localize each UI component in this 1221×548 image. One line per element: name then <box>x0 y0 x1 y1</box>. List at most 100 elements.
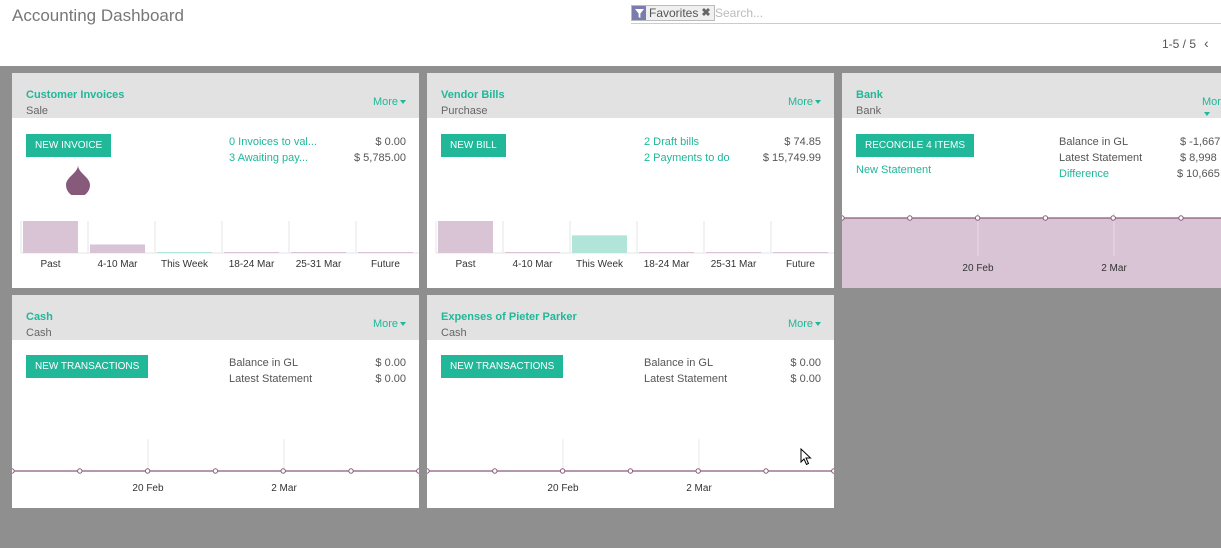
data-point[interactable] <box>1042 215 1049 221</box>
new-transactions-button[interactable]: New Transactions <box>26 355 149 378</box>
data-point[interactable] <box>974 215 981 221</box>
chart-bar[interactable] <box>358 252 413 253</box>
chart-bar[interactable] <box>505 252 560 253</box>
latest-statement-label: Latest Statement <box>644 373 728 385</box>
bills-bar-graph: Past 4-10 Mar This Week 18-24 Mar 25-31 Mar F… <box>435 221 834 270</box>
data-point[interactable] <box>144 468 151 474</box>
data-point[interactable] <box>77 468 83 474</box>
x-tick-label: Past <box>455 259 475 270</box>
awaiting-payment-link[interactable]: 3 Awaiting pay... <box>229 152 308 164</box>
new-statement-link[interactable]: New Statement <box>856 164 931 176</box>
invoices-to-validate-value: $ 0.00 <box>375 136 406 148</box>
data-point[interactable] <box>12 468 15 474</box>
x-tick-label: 2 Mar <box>271 483 297 494</box>
pager-value[interactable]: 1-5 / 5 <box>1162 37 1196 51</box>
data-point[interactable] <box>492 468 498 474</box>
data-point[interactable] <box>1110 215 1116 221</box>
latest-statement-value: $ 0.00 <box>375 373 406 385</box>
data-point[interactable] <box>348 468 354 474</box>
balance-in-gl-value: $ 0.00 <box>375 357 406 369</box>
x-tick-label: This Week <box>161 259 209 270</box>
x-tick-label: 2 Mar <box>686 483 712 494</box>
data-point[interactable] <box>559 468 566 474</box>
difference-link[interactable]: Difference <box>1059 168 1109 180</box>
journal-name[interactable]: Customer Invoices <box>26 89 124 101</box>
new-transactions-button[interactable]: New Transactions <box>441 355 564 378</box>
latest-statement-label: Latest Statement <box>229 373 313 385</box>
filter-icon <box>632 6 646 20</box>
x-tick-label: 18-24 Mar <box>644 259 690 270</box>
expenses-line-graph: 20 Feb 2 Mar <box>427 439 834 494</box>
new-invoice-button[interactable]: New Invoice <box>26 134 112 157</box>
caret-down-icon <box>1204 112 1210 117</box>
difference-value: $ 10,665 <box>1177 168 1220 180</box>
chart-bar[interactable] <box>157 252 212 253</box>
journal-card-cash: Cash Cash More New Transactions Balance … <box>12 295 419 508</box>
data-point[interactable] <box>1178 215 1184 221</box>
data-point[interactable] <box>831 468 834 474</box>
more-dropdown[interactable]: More <box>373 318 406 330</box>
search-facet-favorites[interactable]: Favorites ✖ <box>631 5 715 21</box>
data-point[interactable] <box>763 468 769 474</box>
caret-down-icon <box>815 322 821 327</box>
data-point[interactable] <box>280 468 286 474</box>
x-tick-label: 4-10 Mar <box>512 259 553 270</box>
search-input[interactable] <box>715 5 1115 21</box>
more-dropdown[interactable]: More <box>788 96 821 108</box>
data-point[interactable] <box>416 468 419 474</box>
draft-bills-link[interactable]: 2 Draft bills <box>644 136 699 148</box>
card-header: Cash Cash More <box>12 295 419 340</box>
pager-previous-icon[interactable]: ‹ <box>1204 35 1209 51</box>
tooltip-marker-icon <box>66 165 90 200</box>
control-panel: Accounting Dashboard Favorites ✖ 1-5 / 5… <box>0 0 1221 66</box>
chart-bar[interactable] <box>291 252 346 253</box>
data-point[interactable] <box>212 468 219 474</box>
balance-in-gl-label: Balance in GL <box>644 357 714 369</box>
data-point[interactable] <box>627 468 634 474</box>
mouse-cursor-icon <box>800 448 812 466</box>
chart-bar[interactable] <box>639 252 694 253</box>
invoices-bar-graph: Past 4-10 Mar This Week 18-24 Mar 25-31 Mar F… <box>20 221 419 270</box>
data-point[interactable] <box>427 468 430 474</box>
payments-to-do-link[interactable]: 2 Payments to do <box>644 152 730 164</box>
journal-name[interactable]: Cash <box>26 311 53 323</box>
chart-bar[interactable] <box>706 252 761 253</box>
awaiting-payment-value: $ 5,785.00 <box>354 152 406 164</box>
journal-type: Sale <box>26 105 49 117</box>
chart-bar[interactable] <box>438 221 493 253</box>
journal-type: Cash <box>441 327 467 339</box>
new-bill-button[interactable]: New Bill <box>441 134 506 157</box>
chart-bar[interactable] <box>773 252 828 253</box>
x-tick-label: 18-24 Mar <box>229 259 275 270</box>
x-tick-label: 25-31 Mar <box>711 259 757 270</box>
more-dropdown[interactable]: More <box>1202 96 1221 120</box>
more-dropdown[interactable]: More <box>788 318 821 330</box>
search-bar[interactable]: Favorites ✖ <box>631 4 1221 24</box>
x-tick-label: This Week <box>576 259 624 270</box>
chart-bar[interactable] <box>23 221 78 253</box>
journal-name[interactable]: Vendor Bills <box>441 89 505 101</box>
journal-card-customer-invoices: Customer Invoices Sale More New Invoice … <box>12 73 419 288</box>
area-fill <box>842 218 1221 288</box>
x-tick-label: 20 Feb <box>962 263 994 274</box>
chart-bar[interactable] <box>572 235 627 253</box>
invoices-to-validate-link[interactable]: 0 Invoices to val... <box>229 136 317 148</box>
facet-label: Favorites <box>649 6 699 20</box>
caret-down-icon <box>400 100 406 105</box>
data-point[interactable] <box>907 215 913 221</box>
journal-name[interactable]: Bank <box>856 89 883 101</box>
data-point[interactable] <box>842 215 845 221</box>
facet-remove-icon[interactable]: ✖ <box>701 6 713 20</box>
journal-name[interactable]: Expenses of Pieter Parker <box>441 311 577 323</box>
more-dropdown[interactable]: More <box>373 96 406 108</box>
chart-bar[interactable] <box>90 244 145 253</box>
x-tick-label: 20 Feb <box>132 483 164 494</box>
dashboard-content: Customer Invoices Sale More New Invoice … <box>0 66 1221 548</box>
chart-bar[interactable] <box>224 252 279 253</box>
reconcile-items-button[interactable]: Reconcile 4 Items <box>856 134 975 157</box>
bank-area-graph: 20 Feb 2 Mar <box>842 213 1221 288</box>
latest-statement-label: Latest Statement <box>1059 152 1143 164</box>
journal-card-vendor-bills: Vendor Bills Purchase More New Bill 2 Dr… <box>427 73 834 288</box>
x-tick-label: Future <box>371 259 400 270</box>
data-point[interactable] <box>695 468 701 474</box>
